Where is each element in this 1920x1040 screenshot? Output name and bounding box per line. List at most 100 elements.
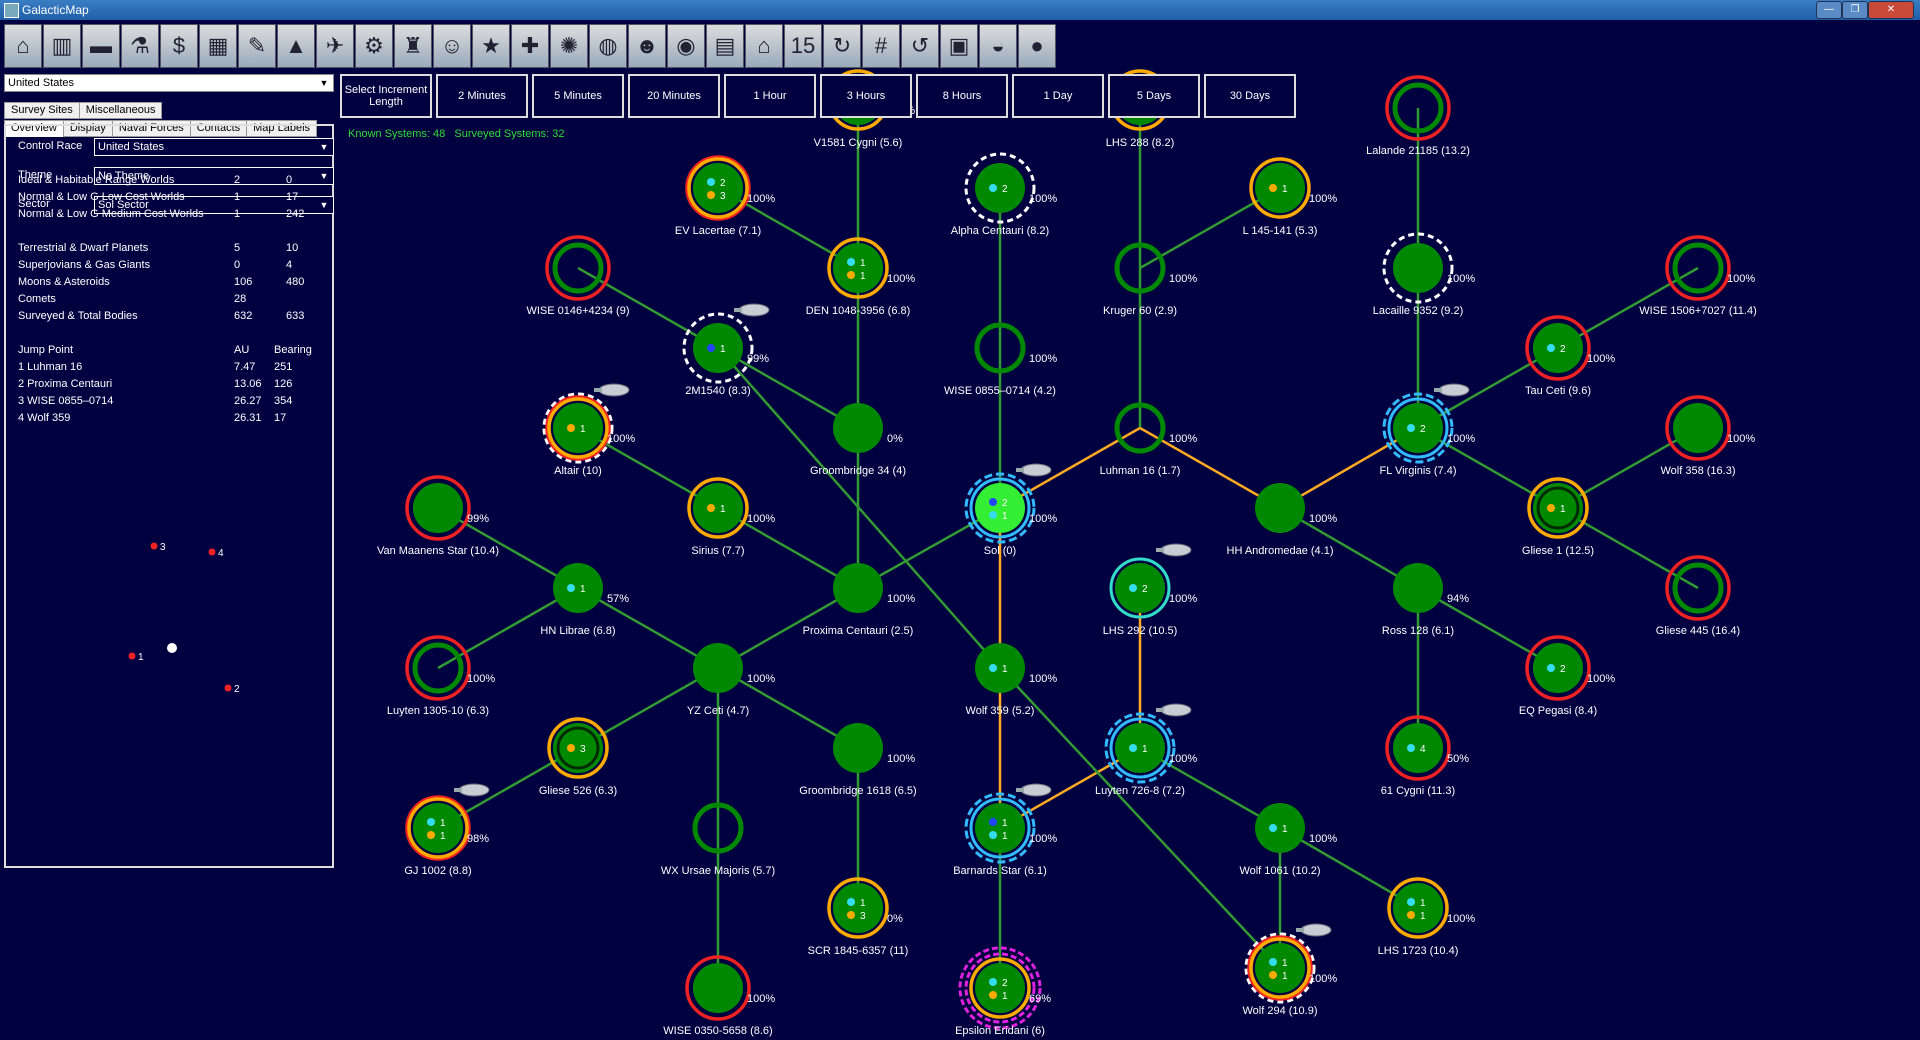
system-groom1618[interactable]: Groombridge 1618 (6.5) 100%	[799, 723, 917, 797]
system-gj1002[interactable]: 1 1 GJ 1002 (8.8) 98%	[404, 783, 490, 877]
star-medal-icon[interactable]: ★	[472, 24, 510, 68]
system-proxima[interactable]: Proxima Centauri (2.5) 100%	[803, 563, 916, 637]
system-eqpeg[interactable]: 2 EQ Pegasi (8.4) 100%	[1519, 635, 1615, 717]
body-marker	[1407, 424, 1415, 432]
control-race-value: United States	[98, 141, 165, 153]
system-lacaille[interactable]: Lacaille 9352 (9.2) 100%	[1373, 232, 1476, 317]
system-tauceti[interactable]: 2 Tau Ceti (9.6) 100%	[1525, 315, 1615, 397]
star-icon	[693, 643, 743, 693]
system-luhman[interactable]: Luhman 16 (1.7) 100%	[1100, 402, 1198, 477]
system-l145[interactable]: 1 L 145-141 (5.3) 100%	[1243, 157, 1338, 237]
empire-select[interactable]: United States ▼	[4, 74, 334, 92]
system-wise1506[interactable]: WISE 1506+7027 (11.4) 100%	[1639, 235, 1757, 317]
flask-icon[interactable]: ⚗	[121, 24, 159, 68]
system-map-icon[interactable]: ✺	[550, 24, 588, 68]
system-evlac[interactable]: 2 3 EV Lacertae (7.1) 100%	[675, 155, 775, 237]
system-61cyg[interactable]: 4 61 Cygni (11.3) 50%	[1381, 715, 1469, 797]
survey-percent: 100%	[1169, 593, 1197, 605]
artillery-icon[interactable]: ⚙	[355, 24, 393, 68]
fleet-icon[interactable]	[1434, 383, 1470, 397]
system-luyten1305[interactable]: Luyten 1305-10 (6.3) 100%	[387, 635, 495, 717]
survey-percent: 100%	[747, 513, 775, 525]
system-scr1845[interactable]: 1 3 SCR 1845-6357 (11) 0%	[808, 877, 909, 957]
system-gliese1[interactable]: 1 Gliese 1 (12.5)	[1522, 477, 1594, 557]
fleet-icon[interactable]	[594, 383, 630, 397]
grid-icon[interactable]: #	[862, 24, 900, 68]
time-button-2[interactable]: 5 Minutes	[532, 74, 624, 118]
time-button-7[interactable]: 1 Day	[1012, 74, 1104, 118]
jump-point-number: 3	[160, 542, 166, 553]
officer-icon[interactable]: ☺	[433, 24, 471, 68]
star-icon	[975, 803, 1025, 853]
tab-miscellaneous[interactable]: Miscellaneous	[78, 102, 163, 119]
time-button-3[interactable]: 20 Minutes	[628, 74, 720, 118]
system-wolf294[interactable]: 1 1 Wolf 294 (10.9) 100%	[1242, 923, 1337, 1017]
survey-percent: 100%	[1309, 833, 1337, 845]
circuit-icon[interactable]: ▤	[706, 24, 744, 68]
treasure-icon[interactable]: ▬	[82, 24, 120, 68]
system-wise0146[interactable]: WISE 0146+4234 (9)	[526, 235, 630, 317]
system-wolf359[interactable]: 1 Wolf 359 (5.2) 100%	[966, 643, 1058, 717]
calendar-icon[interactable]: 15	[784, 24, 822, 68]
globe-icon[interactable]: ◍	[589, 24, 627, 68]
flag-icon[interactable]: ✚	[511, 24, 549, 68]
system-gliese526[interactable]: 3 Gliese 526 (6.3)	[539, 717, 617, 797]
fleet-icon[interactable]	[734, 303, 770, 317]
system-luyten726[interactable]: 1 Luyten 726-8 (7.2) 100%	[1095, 703, 1197, 797]
money-bag-icon[interactable]: $	[160, 24, 198, 68]
dome-icon[interactable]: ◒	[979, 24, 1017, 68]
walker-icon[interactable]: ♜	[394, 24, 432, 68]
house-icon[interactable]: ⌂	[4, 24, 42, 68]
close-button[interactable]: ✕	[1868, 1, 1914, 19]
left-panel: United States ▼ Survey Sites Miscellaneou…	[0, 72, 340, 1040]
buildings-icon[interactable]: ▥	[43, 24, 81, 68]
refresh-icon[interactable]: ↻	[823, 24, 861, 68]
system-epseri[interactable]: 2 1 Epsilon Eridani (6) 69%	[955, 946, 1051, 1037]
system-den1048[interactable]: 1 1 DEN 1048-3956 (6.8) 100%	[806, 237, 916, 317]
warship-icon[interactable]: ▲	[277, 24, 315, 68]
system-groom34[interactable]: Groombridge 34 (4) 0%	[810, 403, 906, 477]
fleet-icon[interactable]	[1016, 463, 1052, 477]
time-button-6[interactable]: 8 Hours	[916, 74, 1008, 118]
fleet-icon[interactable]	[1016, 783, 1052, 797]
system-barnard[interactable]: 1 1 Barnards Star (6.1) 100%	[953, 783, 1057, 877]
time-button-0[interactable]: Select Increment Length	[340, 74, 432, 118]
system-alphacen[interactable]: 2 Alpha Centauri (8.2) 100%	[951, 152, 1058, 237]
capitol-icon[interactable]: ⌂	[745, 24, 783, 68]
fleet-icon[interactable]	[454, 783, 490, 797]
tab-survey-sites[interactable]: Survey Sites	[4, 102, 80, 119]
system-vanmaanen[interactable]: Van Maanens Star (10.4) 99%	[377, 475, 499, 557]
system-lhs292[interactable]: 2 LHS 292 (10.5) 100%	[1103, 543, 1198, 637]
system-hhandro[interactable]: HH Andromedae (4.1) 100%	[1227, 483, 1338, 557]
control-race-select[interactable]: United States ▼	[94, 138, 334, 156]
time-button-9[interactable]: 30 Days	[1204, 74, 1296, 118]
eye-icon[interactable]: ◉	[667, 24, 705, 68]
time-button-8[interactable]: 5 Days	[1108, 74, 1200, 118]
minimize-button[interactable]: —	[1816, 1, 1842, 19]
time-button-1[interactable]: 2 Minutes	[436, 74, 528, 118]
system-yzceti[interactable]: YZ Ceti (4.7) 100%	[687, 643, 776, 717]
blueprint-icon[interactable]: ▦	[199, 24, 237, 68]
system-wolf358[interactable]: Wolf 358 (16.3) 100%	[1660, 395, 1755, 477]
maximize-button[interactable]: ❐	[1842, 1, 1868, 19]
undo-icon[interactable]: ↺	[901, 24, 939, 68]
missile-icon[interactable]: ✈	[316, 24, 354, 68]
time-button-5[interactable]: 3 Hours	[820, 74, 912, 118]
system-flvir[interactable]: 2 FL Virginis (7.4) 100%	[1379, 383, 1475, 477]
design-icon[interactable]: ✎	[238, 24, 276, 68]
time-button-4[interactable]: 1 Hour	[724, 74, 816, 118]
system-altair[interactable]: 1 Altair (10) 100%	[542, 383, 635, 477]
system-sirius[interactable]: 1 Sirius (7.7) 100%	[687, 477, 775, 557]
system-2m1540[interactable]: 1 2M1540 (8.3) 99%	[682, 303, 770, 397]
fleet-icon[interactable]	[1156, 703, 1192, 717]
system-kruger[interactable]: Kruger 60 (2.9) 100%	[1103, 242, 1197, 317]
system-lhs1723[interactable]: 1 1 LHS 1723 (10.4) 100%	[1378, 877, 1476, 957]
system-gliese445[interactable]: Gliese 445 (16.4)	[1656, 555, 1740, 637]
stop-icon[interactable]: ●	[1018, 24, 1056, 68]
fleet-icon[interactable]	[1296, 923, 1332, 937]
fleet-icon[interactable]	[1156, 543, 1192, 557]
system-wise0350[interactable]: WISE 0350-5658 (8.6) 100%	[663, 955, 775, 1037]
save-icon[interactable]: ▣	[940, 24, 978, 68]
system-sol[interactable]: 2 1 Sol (0) 100%	[964, 463, 1057, 557]
alien-icon[interactable]: ☻	[628, 24, 666, 68]
